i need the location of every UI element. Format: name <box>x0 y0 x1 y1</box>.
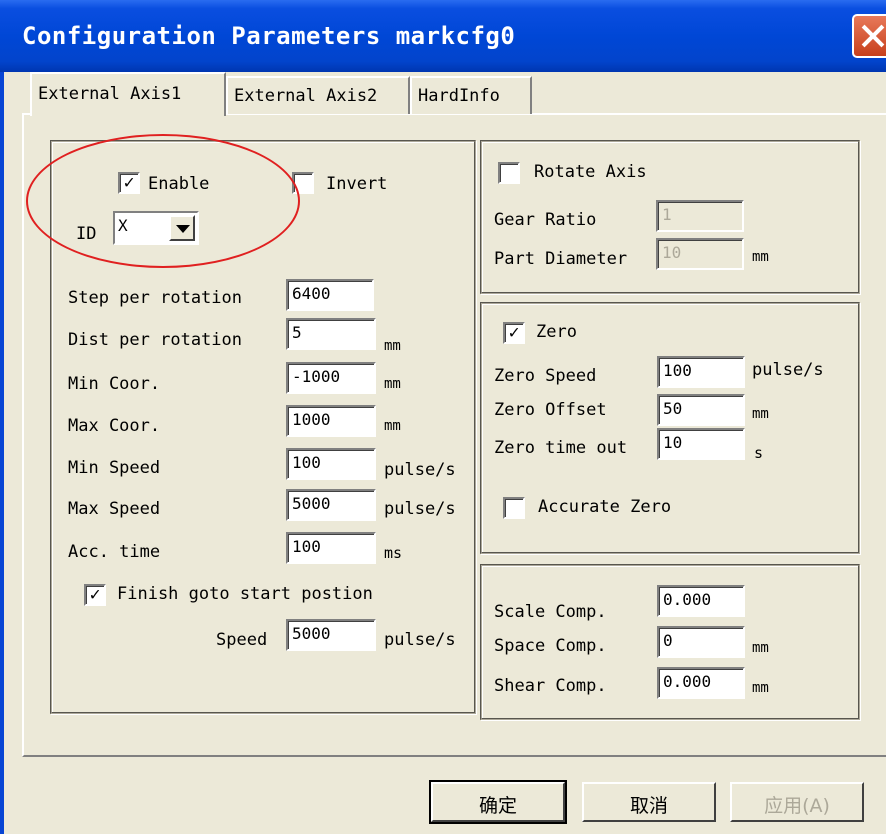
acc-time-unit: ms <box>384 544 403 562</box>
finish-label: Finish goto start postion <box>117 584 373 604</box>
accurate-zero-checkbox[interactable] <box>503 497 525 519</box>
max-speed-label: Max Speed <box>68 499 161 519</box>
annotation-ellipse <box>26 134 300 268</box>
close-icon[interactable] <box>852 14 886 58</box>
zero-speed-field[interactable]: 100 <box>657 356 745 388</box>
apply-button[interactable]: 应用(A) <box>730 782 864 822</box>
rotate-axis-checkbox[interactable] <box>498 162 520 184</box>
min-speed-label: Min Speed <box>68 458 161 478</box>
window-title: Configuration Parameters markcfg0 <box>22 22 516 50</box>
tab-external-axis2[interactable]: External Axis2 <box>226 76 410 114</box>
max-speed-unit: pulse/s <box>384 499 456 519</box>
min-speed-unit: pulse/s <box>384 460 456 480</box>
zero-checkbox[interactable]: ✓ <box>503 322 525 344</box>
tab-hardinfo[interactable]: HardInfo <box>410 76 532 114</box>
space-comp-label: Space Comp. <box>494 636 607 656</box>
min-coor-field[interactable]: -1000 <box>286 362 376 394</box>
speed-label: Speed <box>216 630 268 650</box>
dist-per-rotation-label: Dist per rotation <box>68 330 242 350</box>
speed-field[interactable]: 5000 <box>286 619 376 651</box>
max-coor-unit: mm <box>384 418 401 434</box>
scale-comp-field[interactable]: 0.000 <box>657 585 745 617</box>
tab-external-axis1[interactable]: External Axis1 <box>30 72 226 116</box>
shear-comp-field[interactable]: 0.000 <box>657 667 745 699</box>
zero-label: Zero <box>536 322 577 342</box>
ok-button[interactable]: 确定 <box>429 780 567 824</box>
min-coor-label: Min Coor. <box>68 374 161 394</box>
zero-speed-unit: pulse/s <box>752 360 824 380</box>
accurate-zero-label: Accurate Zero <box>538 497 672 517</box>
zero-timeout-label: Zero time out <box>494 438 628 458</box>
min-coor-unit: mm <box>384 376 401 392</box>
zero-speed-label: Zero Speed <box>494 366 597 386</box>
space-comp-field[interactable]: 0 <box>657 626 745 658</box>
dist-unit: mm <box>384 338 401 354</box>
zero-offset-field[interactable]: 50 <box>657 394 745 426</box>
acc-time-field[interactable]: 100 <box>286 532 376 564</box>
zero-timeout-unit: s <box>754 444 764 462</box>
gear-ratio-field[interactable]: 1 <box>656 200 744 232</box>
dist-per-rotation-field[interactable]: 5 <box>286 318 376 350</box>
step-per-rotation-field[interactable]: 6400 <box>286 279 374 311</box>
part-diameter-field[interactable]: 10 <box>656 238 744 270</box>
acc-time-label: Acc. time <box>68 542 161 562</box>
part-diameter-label: Part Diameter <box>494 249 628 269</box>
cancel-button[interactable]: 取消 <box>582 782 716 822</box>
shear-comp-label: Shear Comp. <box>494 676 607 696</box>
min-speed-field[interactable]: 100 <box>286 448 376 480</box>
part-diameter-unit: mm <box>752 249 769 265</box>
max-coor-field[interactable]: 1000 <box>286 405 376 437</box>
finish-checkbox[interactable]: ✓ <box>84 584 106 606</box>
zero-timeout-field[interactable]: 10 <box>657 428 745 460</box>
max-speed-field[interactable]: 5000 <box>286 489 376 521</box>
speed-unit: pulse/s <box>384 630 456 650</box>
zero-offset-label: Zero Offset <box>494 400 607 420</box>
shear-comp-unit: mm <box>752 680 769 696</box>
scale-comp-label: Scale Comp. <box>494 602 607 622</box>
zero-offset-unit: mm <box>752 406 769 422</box>
gear-ratio-label: Gear Ratio <box>494 210 597 230</box>
rotate-axis-label: Rotate Axis <box>534 162 647 182</box>
space-comp-unit: mm <box>752 640 769 656</box>
step-per-rotation-label: Step per rotation <box>68 288 242 308</box>
max-coor-label: Max Coor. <box>68 416 161 436</box>
invert-label: Invert <box>326 174 388 194</box>
